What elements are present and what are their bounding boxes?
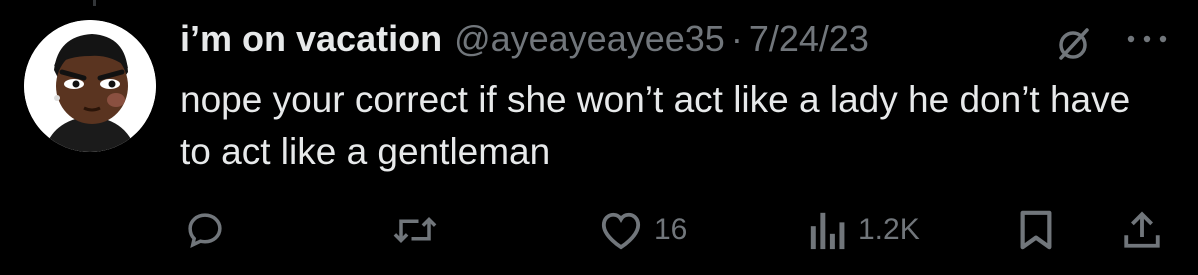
reply-icon: [188, 213, 222, 249]
retweet-icon: [393, 217, 437, 243]
action-bar: 16 1.2K: [0, 200, 1198, 260]
retweet-button[interactable]: [392, 200, 448, 260]
bookmark-icon: [1020, 210, 1052, 250]
separator-dot: ·: [730, 18, 743, 59]
tweet-text: nope your correct if she won’t act like …: [180, 79, 1131, 172]
bookmark-button[interactable]: [1018, 200, 1054, 260]
share-button[interactable]: [1122, 200, 1162, 260]
thread-connector-line: [93, 0, 96, 6]
views-button[interactable]: 1.2K: [808, 200, 920, 260]
tweet-date[interactable]: 7/24/23: [749, 18, 869, 60]
tweet-header: i’m on vacation @ayeayeayee35 · 7/24/23: [180, 14, 1198, 64]
display-name[interactable]: i’m on vacation: [180, 18, 442, 60]
user-handle[interactable]: @ayeayeayee35: [454, 18, 725, 60]
views-icon: [810, 212, 845, 250]
like-count: 16: [654, 213, 688, 246]
views-count: 1.2K: [858, 213, 920, 246]
share-icon: [1124, 211, 1160, 248]
like-button[interactable]: 16: [598, 200, 687, 260]
heart-icon: [601, 212, 641, 250]
grok-icon[interactable]: [1053, 24, 1093, 64]
avatar[interactable]: [24, 20, 156, 152]
more-options-icon[interactable]: [1124, 30, 1170, 48]
reply-button[interactable]: [184, 200, 236, 260]
avatar-cartoon-image: [24, 20, 156, 152]
